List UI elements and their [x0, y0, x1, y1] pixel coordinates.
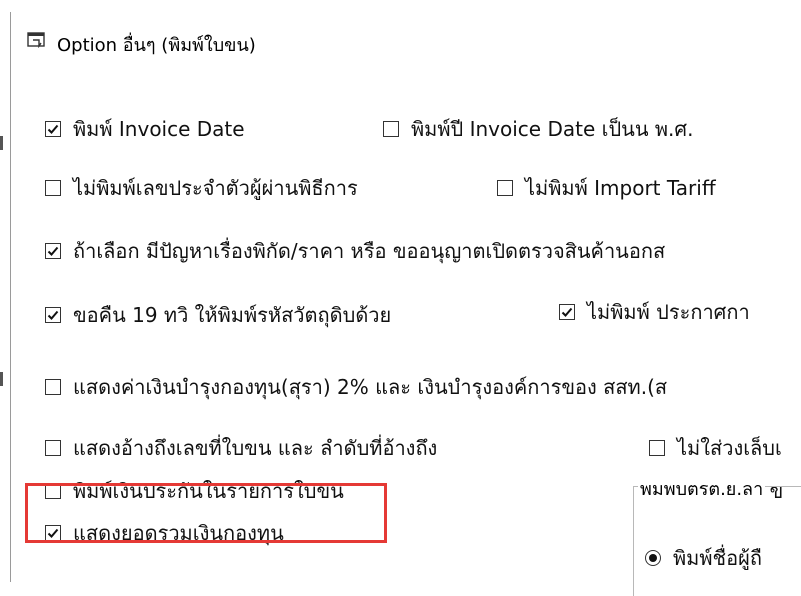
checkbox[interactable]	[649, 440, 665, 456]
title-bar: Option อื่นๆ (พิมพ์ใบขน)	[11, 12, 801, 70]
highlight-box	[25, 483, 387, 543]
option-refund-19bis[interactable]: ขอคืน 19 ทวิ ให้พิมพ์รหัสวัตถุดิบด้วย	[45, 299, 391, 331]
checkbox[interactable]	[45, 379, 61, 395]
checkbox[interactable]	[45, 307, 61, 323]
group-box-title: พมพบตรต.ย.ลา	[638, 474, 766, 503]
checkbox[interactable]	[45, 440, 61, 456]
option-no-brackets[interactable]: ไม่ใส่วงเล็บเ	[649, 432, 782, 464]
radio-selected-dot	[649, 554, 657, 562]
window-title: Option อื่นๆ (พิมพ์ใบขน)	[57, 35, 256, 56]
checkbox[interactable]	[559, 304, 575, 320]
checkbox[interactable]	[45, 180, 61, 196]
option-if-select-problem[interactable]: ถ้าเลือก มีปัญหาเรื่องพิกัด/ราคา หรือ ขอ…	[45, 235, 665, 267]
window-icon	[27, 32, 47, 49]
radio-button[interactable]	[645, 550, 661, 566]
checkbox[interactable]	[45, 121, 61, 137]
option-print-invoice-date[interactable]: พิมพ์ Invoice Date	[45, 113, 245, 145]
option-no-print-import-tariff[interactable]: ไม่พิมพ์ Import Tariff	[497, 172, 716, 204]
option-print-invoice-year-be[interactable]: พิมพ์ปี Invoice Date เป็นน พ.ศ.	[383, 113, 693, 145]
checkbox[interactable]	[383, 121, 399, 137]
group-box-left-border	[633, 486, 634, 596]
radio-print-owner-name[interactable]: พิมพ์ชื่อผู้ถื	[645, 542, 762, 574]
option-no-print-announce[interactable]: ไม่พิมพ์ ประกาศกา	[559, 296, 750, 328]
option-no-print-tax-id[interactable]: ไม่พิมพ์เลขประจำตัวผู้ผ่านพิธีการ	[45, 172, 358, 204]
checkbox[interactable]	[497, 180, 513, 196]
edge-mark	[0, 136, 3, 150]
option-show-fund-fee[interactable]: แสดงค่าเงินบำรุงกองทุน(สุรา) 2% และ เงิน…	[45, 371, 667, 403]
edge-mark	[0, 372, 3, 386]
checkbox[interactable]	[45, 243, 61, 259]
option-show-reference-no[interactable]: แสดงอ้างถึงเลขที่ใบขน และ ลำดับที่อ้างถึ…	[45, 432, 437, 464]
